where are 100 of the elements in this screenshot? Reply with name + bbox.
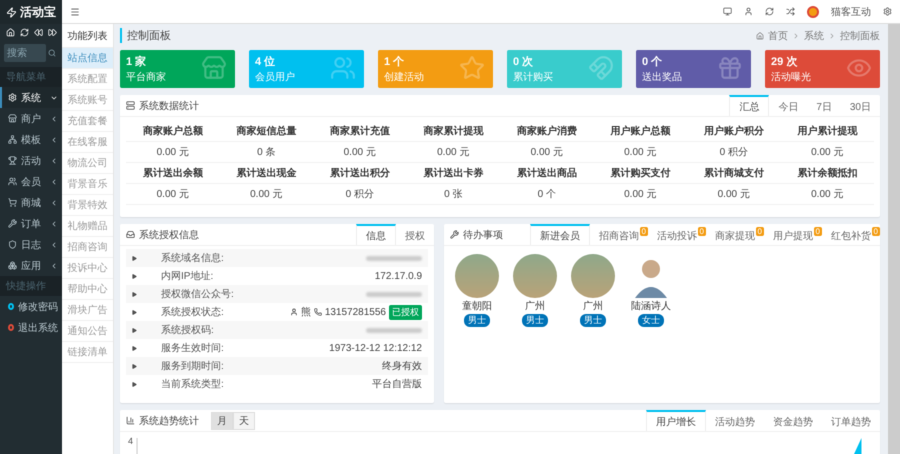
stat-value: 0.00 元 [500,142,594,163]
tab[interactable]: 招商咨询 0 [590,224,648,245]
stat-label: 活动曝光 [771,70,811,84]
stat-heading: 累计送出现金 [220,163,313,184]
nav-item[interactable]: 日志 [0,234,62,255]
shield-icon [8,240,17,249]
nav-item[interactable]: 订单 [0,213,62,234]
search-field[interactable]: 搜索 [4,44,46,62]
photo-placeholder [571,254,615,298]
tab[interactable]: 用户提现 0 [764,224,822,245]
gender-tag: 男士 [464,314,490,327]
rewind-icon[interactable] [34,28,42,37]
scrollbar-track[interactable] [888,24,900,454]
menu-icon[interactable] [70,6,80,16]
breadcrumb-link[interactable]: 首页 [768,29,788,43]
trophy-icon [8,156,17,165]
search-icon [48,49,56,57]
caret-icon[interactable] [132,382,137,386]
stat-heading: 用户账户积分 [687,121,780,142]
stat-value: 0.00 元 [406,142,500,163]
caret-icon[interactable] [132,292,137,296]
tab[interactable]: 活动趋势 [706,410,764,431]
member-name: 陆涵诗人 [631,300,671,313]
nav-item[interactable]: 模板 [0,129,62,150]
stat-value: 0.00 元 [313,142,406,163]
nav-item[interactable]: 商城 [0,192,62,213]
caret-icon[interactable] [132,256,137,260]
stat-value: 0 条 [220,142,313,163]
stat-value: 29 次 [771,55,798,69]
tab[interactable]: 今日 [769,95,808,116]
settings-icon[interactable] [883,7,892,16]
magnet-icon [588,55,614,81]
users-icon [330,55,356,81]
fast-forward-icon[interactable] [48,28,56,37]
user-icon[interactable] [744,7,753,16]
chevron-right-icon [792,32,800,40]
info-value: 172.17.0.9 [374,270,422,282]
stat-label: 创建活动 [384,70,424,84]
stat-label: 会员用户 [255,70,295,84]
tab[interactable]: 用户增长 [646,410,706,431]
stat-value: 4 位 [255,55,276,69]
count-badge: 0 [872,227,880,236]
tab[interactable]: 信息 [356,224,396,245]
stat-value: 0 积分 [687,142,780,163]
nav-item[interactable]: 活动 [0,150,62,171]
caret-icon[interactable] [132,274,137,278]
stat-value: 0.00 元 [126,184,220,205]
stat-value: 0 积分 [313,184,406,205]
blurred-value [366,256,422,260]
count-badge: 0 [640,227,648,236]
shuffle-icon[interactable] [786,7,795,16]
tab[interactable]: 汇总 [729,95,770,116]
phone-number: 13157281556 [324,306,386,318]
page-title: 控制面板 [120,28,171,43]
submenu-item[interactable]: 站点信息 [62,48,113,69]
shortcut-item[interactable]: 退出系统 [0,317,62,338]
stat-value: 0 次 [513,55,534,69]
tab[interactable]: 授权 [396,224,434,245]
nav-item[interactable]: 商户 [0,108,62,129]
breadcrumb-link[interactable]: 系统 [804,29,824,43]
star-icon [459,55,485,81]
shortcut-item[interactable]: 修改密码 [0,296,62,317]
refresh-icon[interactable] [765,7,774,16]
home-icon[interactable] [6,28,14,37]
caret-icon[interactable] [132,310,137,314]
caret-icon[interactable] [132,328,137,332]
stat-heading: 商家累计提现 [406,121,500,142]
caret-icon[interactable] [132,364,137,368]
info-label: 系统域名信息: [161,252,225,265]
toggle-button[interactable]: 天 [233,412,255,430]
boxes-icon [8,261,17,270]
tab[interactable]: 活动投诉 0 [648,224,706,245]
stat-heading: 用户累计提现 [780,121,874,142]
user-icon [290,308,298,316]
tab[interactable]: 资金趋势 [764,410,822,431]
caret-icon[interactable] [132,346,137,350]
refresh-icon[interactable] [20,28,28,37]
tab[interactable]: 红包补货 0 [822,224,880,245]
app-name: 活动宝 [20,4,56,20]
toggle-button[interactable]: 月 [211,412,233,430]
cart-icon [8,198,17,207]
tab[interactable]: 30日 [840,95,880,116]
nav-item[interactable]: 系统 [0,87,62,108]
tab[interactable]: 新进会员 [530,224,590,245]
panel-title: 系统授权信息 [139,228,199,242]
member-name: 童朝阳 [462,300,492,313]
tab[interactable]: 7日 [807,95,841,116]
breadcrumb-link[interactable]: 控制面板 [840,29,880,43]
bar-chart-icon [126,416,135,425]
stat-heading: 累计购买支付 [594,163,687,184]
tab[interactable]: 订单趋势 [822,410,880,431]
monitor-icon[interactable] [723,7,732,16]
user-name[interactable]: 猫客互动 [831,4,871,18]
tab[interactable]: 商家提现 0 [706,224,764,245]
nav-item[interactable]: 应用 [0,255,62,276]
users-icon [8,177,17,186]
stat-value: 0.00 元 [126,142,220,163]
section-title: 导航菜单 [0,67,62,87]
avatar-icon[interactable] [807,6,819,18]
nav-item[interactable]: 会员 [0,171,62,192]
